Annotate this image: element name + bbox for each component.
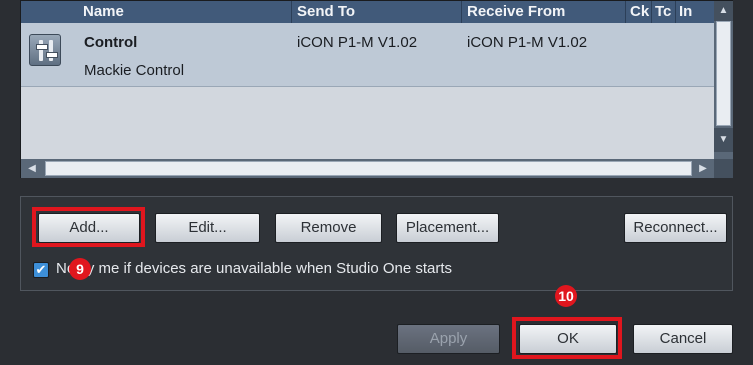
column-header-ck[interactable]: Ck bbox=[630, 3, 649, 20]
table-row[interactable]: Control Mackie Control iCON P1-M V1.02 i… bbox=[21, 23, 714, 87]
vertical-scroll-thumb[interactable] bbox=[716, 21, 731, 126]
cancel-button[interactable]: Cancel bbox=[633, 324, 733, 354]
apply-button[interactable]: Apply bbox=[397, 324, 500, 354]
remove-button[interactable]: Remove bbox=[275, 213, 382, 243]
column-divider bbox=[625, 1, 626, 23]
device-name: Control bbox=[84, 34, 138, 51]
notify-checkbox[interactable]: ✔ bbox=[33, 262, 49, 278]
column-header-send-to[interactable]: Send To bbox=[297, 3, 355, 20]
column-divider bbox=[461, 1, 462, 23]
table-header: Name Send To Receive From Ck Tc In bbox=[21, 1, 714, 23]
notify-label: Notify me if devices are unavailable whe… bbox=[56, 260, 453, 277]
scroll-up-arrow-icon[interactable]: ▲ bbox=[714, 1, 733, 21]
scroll-left-arrow-icon[interactable]: ◀ bbox=[21, 159, 43, 178]
reconnect-button[interactable]: Reconnect... bbox=[624, 213, 727, 243]
vertical-scrollbar[interactable]: ▲ ▼ bbox=[714, 1, 733, 159]
column-divider bbox=[651, 1, 652, 23]
devices-table: Name Send To Receive From Ck Tc In Contr… bbox=[20, 0, 733, 178]
column-header-tc[interactable]: Tc bbox=[655, 3, 671, 20]
scroll-corner bbox=[714, 159, 733, 178]
column-header-receive-from[interactable]: Receive From bbox=[467, 3, 565, 20]
device-receive-from: iCON P1-M V1.02 bbox=[467, 34, 588, 51]
scroll-down-arrow-icon[interactable]: ▼ bbox=[714, 128, 733, 152]
edit-button[interactable]: Edit... bbox=[155, 213, 260, 243]
device-send-to: iCON P1-M V1.02 bbox=[297, 34, 418, 51]
step-marker-ok: 10 bbox=[555, 285, 577, 307]
mixer-fader-icon bbox=[29, 34, 61, 66]
horizontal-scroll-thumb[interactable] bbox=[45, 161, 692, 176]
horizontal-scrollbar[interactable]: ◀ ▶ bbox=[21, 159, 714, 178]
column-header-name[interactable]: Name bbox=[83, 3, 124, 20]
column-divider bbox=[291, 1, 292, 23]
column-header-in[interactable]: In bbox=[679, 3, 692, 20]
column-divider bbox=[675, 1, 676, 23]
placement-button[interactable]: Placement... bbox=[396, 213, 499, 243]
device-type: Mackie Control bbox=[84, 62, 185, 79]
scroll-right-arrow-icon[interactable]: ▶ bbox=[692, 159, 714, 178]
step-marker-add: 9 bbox=[69, 258, 91, 280]
ok-button-highlight bbox=[512, 317, 622, 359]
add-button-highlight bbox=[32, 207, 145, 247]
